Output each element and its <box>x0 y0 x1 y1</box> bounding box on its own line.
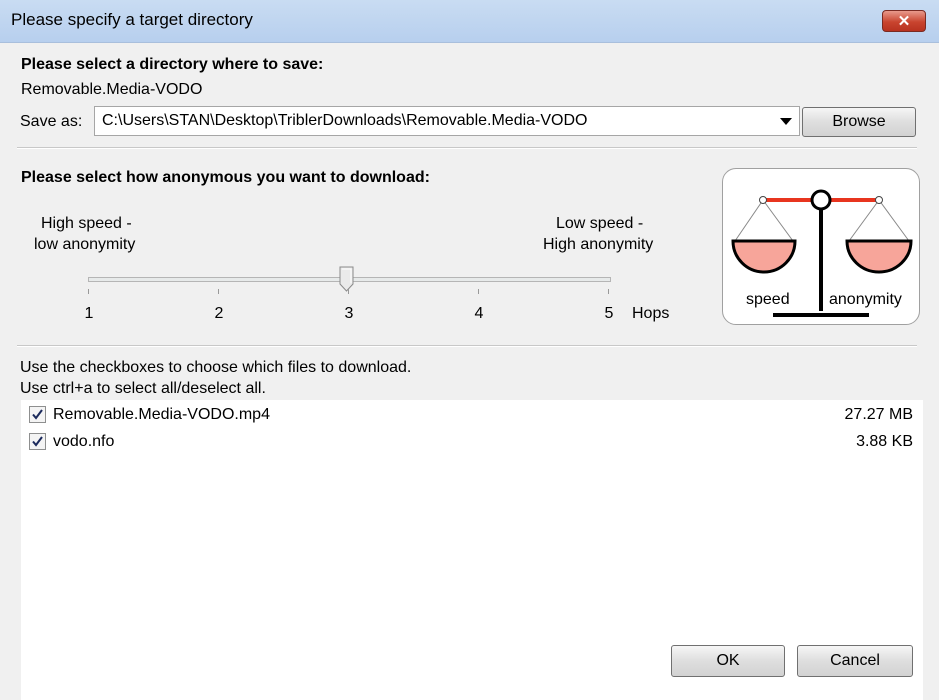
separator <box>17 147 917 149</box>
file-row[interactable]: Removable.Media-VODO.mp4 27.27 MB <box>21 402 923 428</box>
cancel-button[interactable]: Cancel <box>797 645 913 677</box>
file-checkbox[interactable] <box>29 433 46 450</box>
file-list[interactable]: Removable.Media-VODO.mp4 27.27 MB vodo.n… <box>21 400 923 700</box>
files-instruction: Use the checkboxes to choose which files… <box>20 359 412 376</box>
file-size: 27.27 MB <box>844 406 913 423</box>
select-all-hint: Use ctrl+a to select all/deselect all. <box>20 380 266 397</box>
separator <box>17 345 917 347</box>
browse-button[interactable]: Browse <box>802 107 916 137</box>
tick-label: 1 <box>84 305 94 322</box>
low-speed-label: Low speed - <box>556 215 644 232</box>
tick-label: 3 <box>344 305 354 322</box>
hops-slider-thumb[interactable] <box>339 266 354 292</box>
directory-name: Removable.Media-VODO <box>21 81 203 98</box>
slider-tick <box>348 289 349 294</box>
dropdown-arrow-icon[interactable] <box>780 118 792 125</box>
save-as-label: Save as: <box>20 113 83 130</box>
directory-heading: Please select a directory where to save: <box>21 56 324 73</box>
title-bar[interactable]: Please specify a target directory ✕ <box>0 0 939 43</box>
anonymity-heading: Please select how anonymous you want to … <box>21 169 430 186</box>
close-button[interactable]: ✕ <box>882 10 926 32</box>
ok-button[interactable]: OK <box>671 645 785 677</box>
dialog-window: Please specify a target directory ✕ Plea… <box>0 0 939 700</box>
file-name: vodo.nfo <box>53 433 115 450</box>
scale-anonymity-label: anonymity <box>829 291 902 308</box>
slider-tick <box>88 289 89 294</box>
high-speed-label: High speed - <box>41 215 132 232</box>
tick-label: 2 <box>214 305 224 322</box>
file-size: 3.88 KB <box>856 433 913 450</box>
scale-speed-label: speed <box>746 291 790 308</box>
high-anonymity-label: High anonymity <box>543 236 654 253</box>
tick-label: 5 <box>604 305 614 322</box>
balance-scale-illustration: speed anonymity <box>722 168 920 325</box>
slider-tick <box>218 289 219 294</box>
hops-unit-label: Hops <box>632 305 670 322</box>
tick-label: 4 <box>474 305 484 322</box>
checkmark-icon <box>32 436 43 447</box>
file-name: Removable.Media-VODO.mp4 <box>53 406 270 423</box>
slider-tick <box>608 289 609 294</box>
file-checkbox[interactable] <box>29 406 46 423</box>
save-path-value: C:\Users\STAN\Desktop\TriblerDownloads\R… <box>102 112 588 129</box>
checkmark-icon <box>32 409 43 420</box>
save-path-combobox[interactable]: C:\Users\STAN\Desktop\TriblerDownloads\R… <box>94 106 800 136</box>
file-row[interactable]: vodo.nfo 3.88 KB <box>21 429 923 455</box>
window-title: Please specify a target directory <box>11 10 253 29</box>
dialog-body: Please select a directory where to save:… <box>4 43 935 700</box>
low-anonymity-label: low anonymity <box>34 236 136 253</box>
slider-tick <box>478 289 479 294</box>
